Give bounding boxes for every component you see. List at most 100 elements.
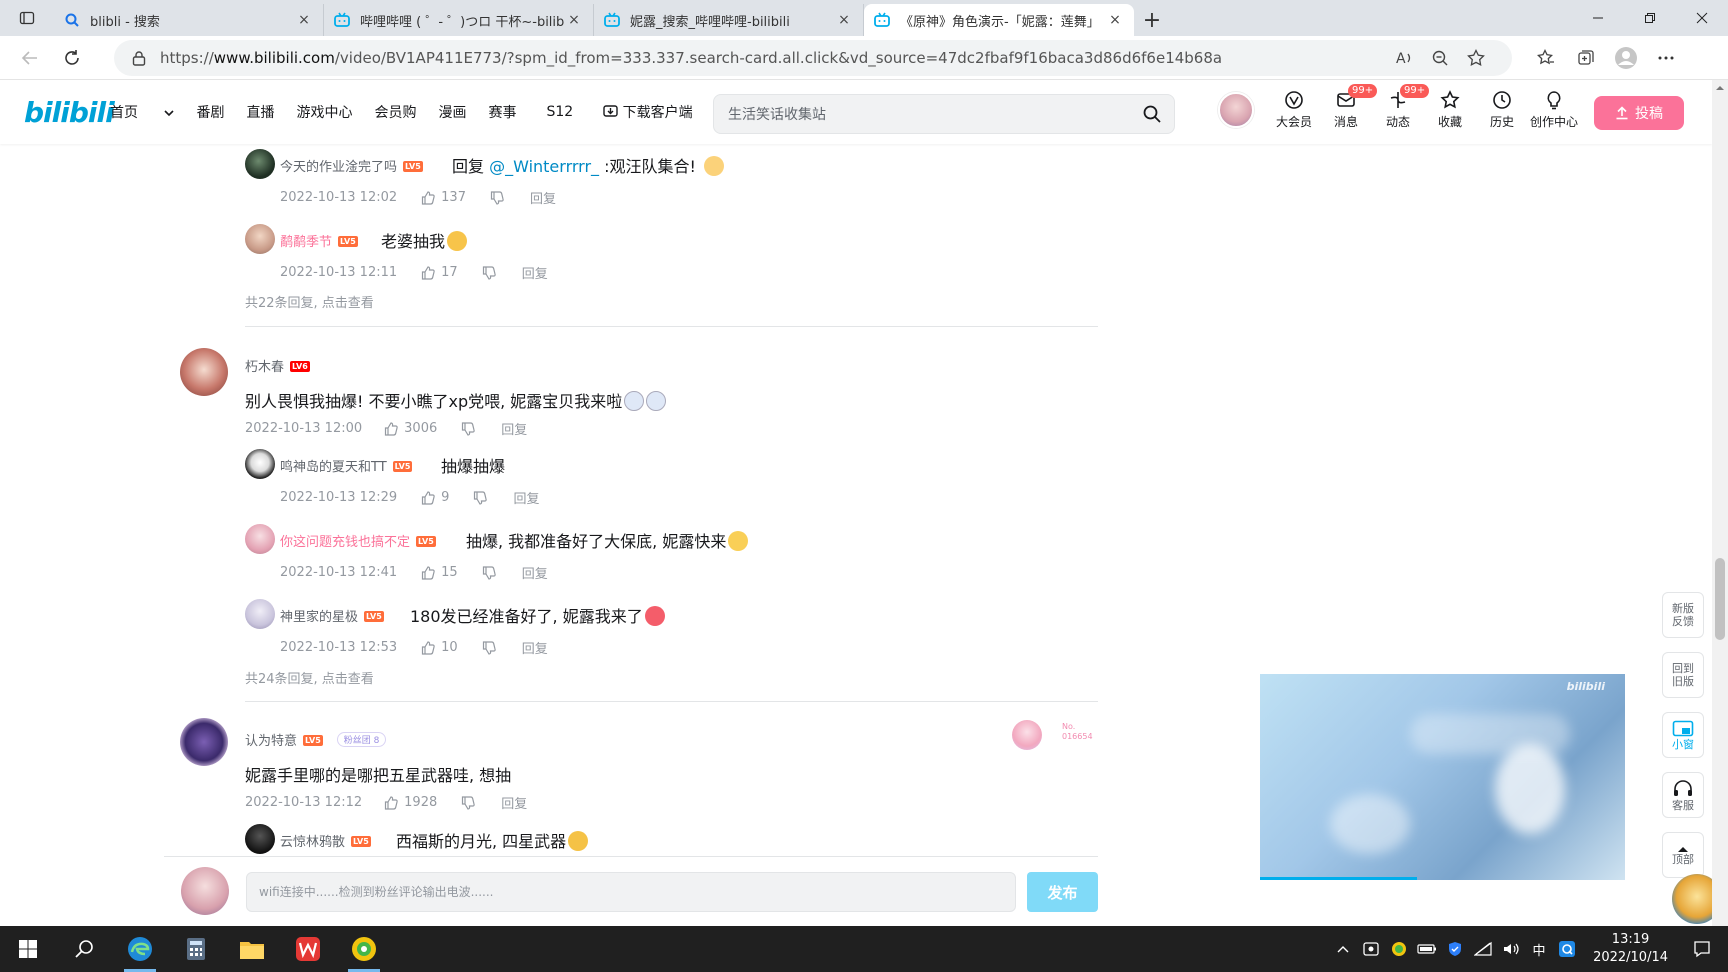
feedback-button[interactable]: 新版 反馈 <box>1662 592 1704 638</box>
reply-username[interactable]: 云惊林鸦散 LV5 <box>280 831 371 850</box>
view-more-replies-link[interactable]: 共24条回复, 点击查看 <box>245 668 374 687</box>
page-scrollbar[interactable] <box>1712 80 1728 926</box>
refresh-icon[interactable] <box>54 40 90 76</box>
browser-tab-search-results[interactable]: 妮露_搜索_哔哩哔哩-bilibili × <box>594 4 864 36</box>
ime-indicator[interactable]: 中 <box>1527 940 1551 959</box>
old-version-button[interactable]: 回到 旧版 <box>1662 652 1704 698</box>
mini-window-button[interactable]: 小窗 <box>1662 712 1704 758</box>
tray-app-icon[interactable] <box>1359 941 1383 957</box>
restore-icon[interactable] <box>1624 0 1676 36</box>
thumbs-up-icon[interactable] <box>384 421 398 436</box>
nav-item-home[interactable]: 首页 <box>110 102 175 122</box>
thumbs-up-icon[interactable] <box>421 190 435 205</box>
new-tab-button[interactable]: + <box>1134 4 1170 36</box>
file-explorer-icon[interactable] <box>224 926 280 972</box>
nav-item-s12[interactable]: S12 <box>546 104 573 120</box>
tray-green-app-icon[interactable] <box>1387 941 1411 957</box>
close-window-icon[interactable] <box>1676 0 1728 36</box>
thumbs-down-icon[interactable] <box>490 190 504 205</box>
thumbs-down-icon[interactable] <box>482 640 496 655</box>
scroll-up-icon[interactable] <box>1712 82 1728 94</box>
profile-icon[interactable] <box>1606 40 1646 76</box>
customer-service-button[interactable]: 客服 <box>1662 772 1704 818</box>
publish-button[interactable]: 发布 <box>1027 872 1098 912</box>
reply-username[interactable]: 鹬鹬季节 LV5 <box>280 231 358 250</box>
favorites-icon[interactable] <box>1526 40 1566 76</box>
nav-item-bangumi[interactable]: 番剧 <box>196 102 224 122</box>
thumbs-down-icon[interactable] <box>461 795 475 810</box>
reply-button[interactable]: 回复 <box>501 419 527 438</box>
comment-avatar[interactable] <box>180 348 228 396</box>
bilibili-logo[interactable]: bilibili <box>24 96 115 129</box>
reply-avatar[interactable] <box>245 824 275 854</box>
nav-item-game-center[interactable]: 游戏中心 <box>296 102 352 122</box>
close-icon[interactable]: × <box>565 12 583 28</box>
reply-button[interactable]: 回复 <box>513 488 539 507</box>
reply-button[interactable]: 回复 <box>522 563 548 582</box>
nav-item-manga[interactable]: 漫画 <box>438 102 466 122</box>
comment-username[interactable]: 朽木春 LV6 <box>245 356 310 375</box>
header-item-creator-center[interactable]: 创作中心 <box>1528 90 1580 130</box>
thumbs-down-icon[interactable] <box>461 421 475 436</box>
comment-username[interactable]: 认为特意 LV5 粉丝团 8 <box>245 730 387 749</box>
reply-username[interactable]: 今天的作业淦完了吗 LV5 <box>280 156 423 175</box>
calculator-icon[interactable] <box>168 926 224 972</box>
video-progress-bar[interactable] <box>1260 877 1417 880</box>
collections-icon[interactable] <box>1566 40 1606 76</box>
reply-avatar[interactable] <box>245 149 275 179</box>
close-icon[interactable]: × <box>295 12 313 28</box>
thumbs-down-icon[interactable] <box>482 565 496 580</box>
taskbar-search-icon[interactable] <box>56 926 112 972</box>
reply-button[interactable]: 回复 <box>530 188 556 207</box>
wifi-icon[interactable] <box>1471 941 1495 957</box>
comment-avatar[interactable] <box>180 718 228 766</box>
thumbs-up-icon[interactable] <box>421 565 435 580</box>
tab-actions-icon[interactable] <box>0 0 54 36</box>
reply-button[interactable]: 回复 <box>522 638 548 657</box>
wps-office-icon[interactable] <box>280 926 336 972</box>
reply-avatar[interactable] <box>245 224 275 254</box>
header-item-messages[interactable]: 99+ 消息 <box>1320 84 1378 130</box>
zoom-out-icon[interactable] <box>1422 40 1458 76</box>
security-shield-icon[interactable] <box>1443 941 1467 957</box>
header-item-vip[interactable]: 大会员 <box>1268 90 1320 130</box>
header-item-history[interactable]: 历史 <box>1476 90 1528 130</box>
notification-center-icon[interactable] <box>1690 940 1714 958</box>
volume-icon[interactable] <box>1499 941 1523 957</box>
taskbar-clock[interactable]: 13:19 2022/10/14 <box>1593 931 1668 967</box>
reply-avatar[interactable] <box>245 524 275 554</box>
reply-button[interactable]: 回复 <box>501 793 527 812</box>
search-input[interactable]: 生活笑话收集站 <box>713 94 1175 134</box>
thumbs-down-icon[interactable] <box>473 490 488 505</box>
thumbs-up-icon[interactable] <box>421 490 435 505</box>
browser-tab-search[interactable]: blibli - 搜索 × <box>54 4 324 36</box>
back-to-top-button[interactable]: 顶部 <box>1662 832 1704 878</box>
browser-tab-video[interactable]: 《原神》角色演示-「妮露：莲舞」 × <box>864 4 1134 36</box>
thumbs-up-icon[interactable] <box>421 265 435 280</box>
search-icon[interactable] <box>1142 104 1162 124</box>
reply-avatar[interactable] <box>245 599 275 629</box>
reply-username[interactable]: 你这问题充钱也搞不定 LV5 <box>280 531 436 550</box>
nav-item-live[interactable]: 直播 <box>246 102 274 122</box>
comment-input[interactable]: wifi连接中......检测到粉丝评论输出电波...... <box>246 872 1016 912</box>
qq-icon[interactable] <box>1555 940 1579 958</box>
thumbs-down-icon[interactable] <box>482 265 496 280</box>
scrollbar-thumb[interactable] <box>1715 558 1725 640</box>
browser-tab-bilibili-home[interactable]: 哔哩哔哩 ( ゜- ゜)つロ 干杯~-bilibili × <box>324 4 594 36</box>
view-more-replies-link[interactable]: 共22条回复, 点击查看 <box>245 292 374 311</box>
url-field[interactable]: https://www.bilibili.com/video/BV1AP411E… <box>114 40 1512 76</box>
reply-button[interactable]: 回复 <box>522 263 548 282</box>
read-aloud-icon[interactable]: A <box>1386 40 1422 76</box>
reply-username[interactable]: 神里家的星极 LV5 <box>280 606 384 625</box>
header-item-favorites[interactable]: 收藏 <box>1424 90 1476 130</box>
upload-button[interactable]: 投稿 <box>1594 96 1684 130</box>
app-green-icon[interactable] <box>336 926 392 972</box>
reply-username[interactable]: 鸣神岛的夏天和TT LV5 <box>280 456 413 475</box>
more-options-icon[interactable] <box>1646 40 1686 76</box>
user-avatar[interactable] <box>1218 92 1254 128</box>
minimize-icon[interactable] <box>1572 0 1624 36</box>
battery-icon[interactable] <box>1415 943 1439 955</box>
mention-link[interactable]: @_Winterrrrr_ <box>489 157 599 176</box>
windows-start-icon[interactable] <box>0 926 56 972</box>
thumbs-up-icon[interactable] <box>421 640 435 655</box>
